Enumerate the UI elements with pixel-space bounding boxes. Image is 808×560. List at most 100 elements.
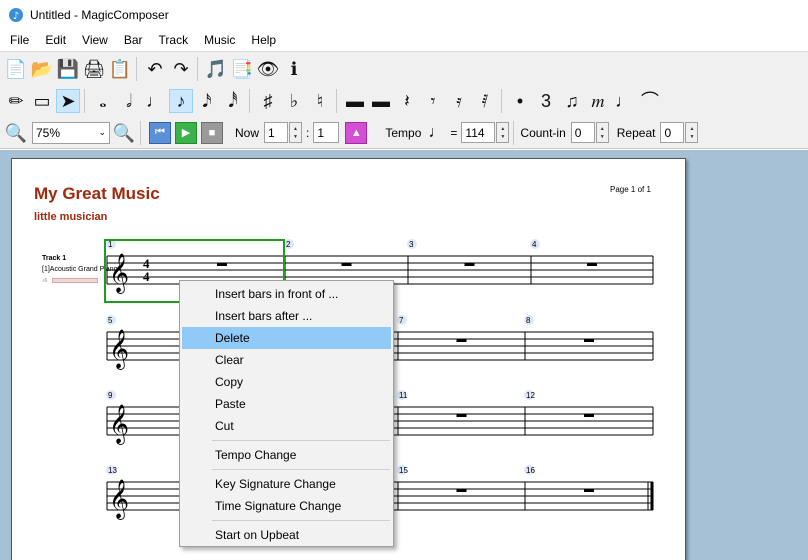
eighth-rest-icon[interactable]: 𝄾 [421, 89, 445, 113]
menu-separator [212, 520, 390, 521]
bar-number[interactable]: 7 [399, 316, 404, 325]
countin-field[interactable]: 0 [570, 122, 595, 143]
new-document-icon[interactable]: 📄 [4, 57, 28, 81]
menu-file[interactable]: File [2, 30, 37, 51]
bar-number[interactable]: 1 [108, 240, 113, 249]
bar-number[interactable]: 11 [399, 391, 408, 400]
sharp-icon[interactable]: ♯ [256, 89, 280, 113]
menu-item-delete[interactable]: Delete [182, 327, 391, 349]
thirty-second-note-icon[interactable]: 𝅘𝅥𝅰 [221, 89, 245, 113]
pencil-icon[interactable]: ✏ [4, 89, 28, 113]
bar-position-spinner[interactable]: ▲ ▼ [289, 122, 303, 143]
thirty-second-rest-icon[interactable]: 𝅀 [473, 89, 497, 113]
dynamics-icon[interactable]: 𝆐 [586, 89, 610, 113]
save-icon[interactable]: 💾 [56, 57, 80, 81]
bar-number[interactable]: 8 [526, 316, 531, 325]
redo-icon[interactable]: ↷ [169, 57, 193, 81]
info-icon[interactable]: ℹ [282, 57, 306, 81]
bar-number[interactable]: 3 [409, 240, 414, 249]
undo-icon[interactable]: ↶ [143, 57, 167, 81]
bar-number[interactable]: 12 [526, 391, 535, 400]
menu-music[interactable]: Music [196, 30, 243, 51]
menu-view[interactable]: View [74, 30, 116, 51]
repeat-field[interactable]: 0 [660, 122, 685, 143]
whole-rest [584, 489, 594, 492]
countin-spinner[interactable]: ▲ ▼ [595, 122, 609, 143]
tempo-spinner[interactable]: ▲ ▼ [496, 122, 510, 143]
rewind-icon[interactable]: ⏮ [149, 121, 171, 144]
tempo-field[interactable]: 114 [461, 122, 496, 143]
half-note-icon[interactable]: 𝅗𝅥 [117, 89, 141, 113]
eighth-note-icon[interactable]: ♪ [169, 89, 193, 113]
menu-item-copy[interactable]: Copy [182, 371, 391, 393]
menu-item-tempo-change[interactable]: Tempo Change [182, 444, 391, 466]
quarter-note-icon: ♩ [428, 123, 445, 141]
score-settings-icon[interactable]: 📑 [230, 57, 254, 81]
chevron-down-icon: ⌄ [98, 127, 106, 137]
menu-item-time-signature-change[interactable]: Time Signature Change [182, 495, 391, 517]
bar-number[interactable]: 4 [532, 240, 537, 249]
repeat-label: Repeat [616, 125, 656, 140]
whole-note-icon[interactable]: 𝅝 [91, 89, 115, 113]
menu-separator [212, 469, 390, 470]
separator [197, 56, 198, 81]
triplet-icon[interactable]: 3 [534, 89, 558, 113]
slur-icon[interactable]: ⌒ [638, 89, 662, 113]
tie-notes-icon[interactable]: ♫ [560, 89, 584, 113]
half-rest-icon[interactable]: ▬ [369, 89, 393, 113]
bar-number[interactable]: 5 [108, 316, 113, 325]
play-icon[interactable]: ▶ [175, 121, 197, 144]
bar-number[interactable]: 2 [286, 240, 291, 249]
position-separator: : [306, 125, 310, 140]
menu-bar-menu[interactable]: Bar [116, 30, 151, 51]
bar-number[interactable]: 15 [399, 466, 408, 475]
natural-icon[interactable]: ♮ [308, 89, 332, 113]
open-folder-icon[interactable]: 📂 [30, 57, 54, 81]
bar-number[interactable]: 16 [526, 466, 535, 475]
menu-item-paste[interactable]: Paste [182, 393, 391, 415]
menu-item-cut[interactable]: Cut [182, 415, 391, 437]
zoom-in-icon[interactable]: 🔍 [112, 121, 136, 145]
stop-icon[interactable]: ■ [201, 121, 223, 144]
zoom-select[interactable]: 75% ⌄ [32, 121, 110, 144]
sixteenth-note-icon[interactable]: 𝅘𝅥𝅯 [195, 89, 219, 113]
view-eye-icon[interactable]: 👁 [256, 57, 280, 81]
title-bar: ♪ Untitled - MagicComposer [0, 0, 808, 30]
print-preview-icon[interactable]: 📋 [108, 57, 132, 81]
menu-track[interactable]: Track [151, 30, 197, 51]
beat-position-field[interactable]: 1 [313, 122, 340, 143]
staccato-icon[interactable]: ♩ [612, 89, 636, 113]
menu-item-clear[interactable]: Clear [182, 349, 391, 371]
bar-number[interactable]: 13 [108, 466, 117, 475]
menu-item-insert-bars-after[interactable]: Insert bars after ... [182, 305, 391, 327]
app-icon: ♪ [9, 8, 23, 22]
bar-number[interactable]: 9 [108, 391, 113, 400]
menu-item-insert-bars-in-front-of[interactable]: Insert bars in front of ... [182, 283, 391, 305]
repeat-spinner[interactable]: ▲ ▼ [685, 122, 699, 143]
sixteenth-rest-icon[interactable]: 𝄿 [447, 89, 471, 113]
menu-help[interactable]: Help [243, 30, 284, 51]
time-signature-bottom: 4 [143, 269, 150, 284]
midi-import-icon[interactable]: 🎵 [204, 57, 228, 81]
menu-item-start-on-upbeat[interactable]: Start on Upbeat [182, 524, 391, 546]
tempo-equals: = [450, 125, 458, 140]
whole-rest [217, 263, 227, 266]
print-icon[interactable]: 🖨 [82, 57, 106, 81]
dot-icon[interactable]: • [508, 89, 532, 113]
zoom-out-icon[interactable]: 🔍 [4, 121, 28, 145]
select-arrow-icon[interactable]: ➤ [56, 89, 80, 113]
svg-text:♪: ♪ [13, 11, 19, 22]
eraser-icon[interactable]: ▭ [30, 89, 54, 113]
menu-item-key-signature-change[interactable]: Key Signature Change [182, 473, 391, 495]
metronome-icon[interactable]: ▲ [345, 121, 368, 144]
quarter-note-icon[interactable]: ♩ [143, 89, 167, 113]
bar-position-field[interactable]: 1 [264, 122, 289, 143]
whole-rest-icon[interactable]: ▬ [343, 89, 367, 113]
treble-clef-icon: 𝄞 [109, 479, 129, 520]
context-menu: Insert bars in front of ... Insert bars a… [179, 280, 394, 547]
flat-icon[interactable]: ♭ [282, 89, 306, 113]
window-title: Untitled - MagicComposer [30, 8, 169, 22]
menu-edit[interactable]: Edit [37, 30, 74, 51]
quarter-rest-icon[interactable]: 𝄽 [395, 89, 419, 113]
file-toolbar: 📄 📂 💾 🖨 📋 ↶ ↷ 🎵 📑 👁 ℹ [0, 51, 808, 85]
